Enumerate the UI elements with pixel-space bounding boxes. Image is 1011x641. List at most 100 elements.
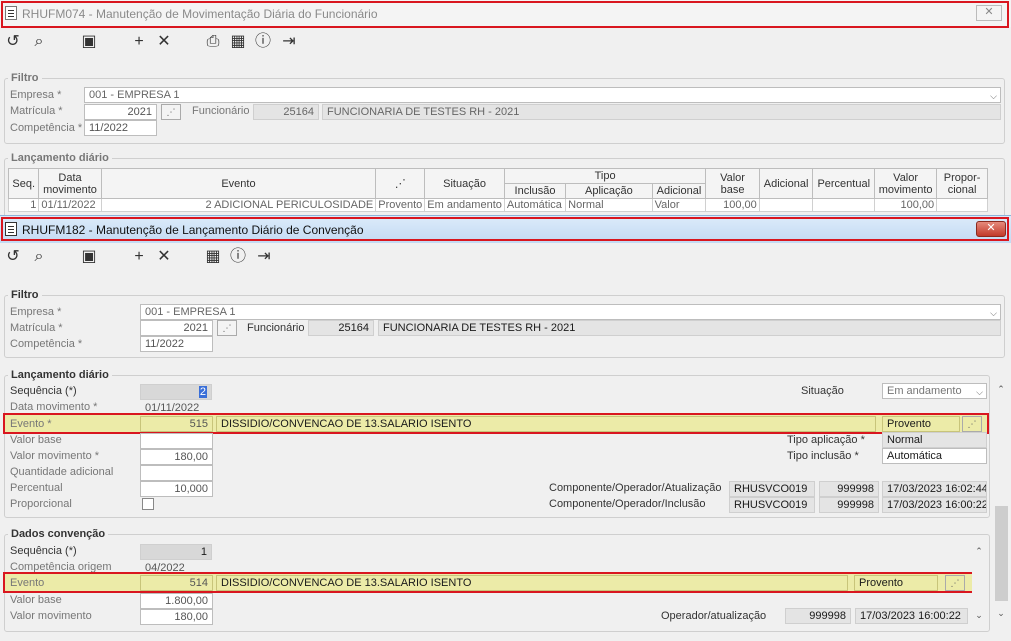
proporcional-checkbox[interactable] bbox=[142, 498, 154, 510]
window1-close-button[interactable]: ✕ bbox=[976, 5, 1002, 21]
cell-evento-cod: 2 bbox=[205, 199, 212, 211]
col-seq[interactable]: Seq. bbox=[7, 168, 40, 199]
chevron-down-icon: ⌵ bbox=[976, 387, 983, 397]
proporcional-label: Proporcional bbox=[10, 498, 72, 510]
percentual-label: Percentual bbox=[10, 482, 63, 494]
comp-inclusao-operador: 999998 bbox=[819, 497, 879, 513]
conv-valor-base-label: Valor base bbox=[10, 594, 62, 606]
col-percentual[interactable]: Percentual bbox=[812, 168, 876, 199]
chevron-up-icon[interactable]: ⌃ bbox=[994, 384, 1008, 395]
window1-matricula-field[interactable]: 2021 bbox=[84, 104, 157, 120]
delete-icon[interactable]: ✕ bbox=[155, 248, 173, 266]
evento-lookup-button[interactable]: ⋰ bbox=[962, 416, 982, 432]
tipo-inclusao-label: Tipo inclusão * bbox=[787, 450, 859, 462]
save-icon[interactable]: ▣ bbox=[80, 248, 98, 266]
cell-situacao: Em andamento bbox=[424, 198, 505, 212]
sequencia-field[interactable]: 2 bbox=[140, 384, 212, 400]
cell-tipo-evento: Provento bbox=[375, 198, 426, 212]
chevron-up-icon[interactable]: ⌃ bbox=[972, 546, 986, 557]
help-icon[interactable]: ⓘ bbox=[254, 33, 272, 51]
window1-funcionario-nome: FUNCIONARIA DE TESTES RH - 2021 bbox=[322, 104, 1001, 120]
sequencia-value: 2 bbox=[198, 386, 207, 398]
window2-titlebar[interactable]: RHUFM182 - Manutenção de Lançamento Diár… bbox=[0, 216, 1011, 243]
window1-matricula-lookup-button[interactable]: ⋰ bbox=[161, 104, 181, 120]
window2-matricula-label: Matrícula * bbox=[10, 322, 63, 334]
valor-base-field[interactable] bbox=[140, 433, 213, 449]
window2-empresa-select[interactable]: 001 - EMPRESA 1 ⌵ bbox=[140, 304, 1001, 320]
conv-evento-nome-field: DISSIDIO/CONVENCAO DE 13.SALARIO ISENTO bbox=[216, 575, 848, 591]
chevron-down-icon[interactable]: ⌄ bbox=[994, 608, 1008, 619]
window1-titlebar[interactable]: RHUFM074 - Manutenção de Movimentação Di… bbox=[0, 0, 1011, 27]
col-inclusao[interactable]: Inclusão bbox=[503, 183, 567, 199]
conv-operador-data: 17/03/2023 16:00:22 bbox=[855, 608, 968, 624]
valor-movimento-field[interactable]: 180,00 bbox=[140, 449, 213, 465]
col-valor-mov[interactable]: Valor movimento bbox=[874, 168, 938, 199]
col-aplicacao[interactable]: Aplicação bbox=[565, 183, 653, 199]
chevron-down-icon[interactable]: ⌄ bbox=[972, 610, 986, 621]
delete-icon[interactable]: ✕ bbox=[155, 33, 173, 51]
search-icon[interactable]: ⌕ bbox=[30, 248, 48, 266]
comp-atualizacao-operador: 999998 bbox=[819, 481, 879, 497]
cell-data: 01/11/2022 bbox=[38, 198, 102, 212]
comp-inclusao-data: 17/03/2023 16:00:22 bbox=[882, 497, 987, 513]
col-adicional[interactable]: Adicional bbox=[758, 168, 814, 199]
quantidade-adicional-label: Quantidade adicional bbox=[10, 466, 114, 478]
conv-competencia-label: Competência origem bbox=[10, 561, 112, 573]
convencao-legend: Dados convenção bbox=[8, 528, 109, 540]
tipo-inclusao-field[interactable]: Automática bbox=[882, 448, 987, 464]
convencao-scrollbar[interactable]: ⌃ ⌄ bbox=[972, 546, 986, 626]
window1-funcionario-label: Funcionário bbox=[192, 105, 250, 117]
search-icon[interactable]: ⌕ bbox=[30, 33, 48, 51]
window2-matricula-field[interactable]: 2021 bbox=[140, 320, 213, 336]
col-proporcional[interactable]: Propor-cional bbox=[936, 168, 988, 199]
print-icon[interactable]: ⎙ bbox=[204, 33, 222, 51]
conv-operador-label: Operador/atualização bbox=[661, 610, 767, 622]
col-data[interactable]: Data movimento bbox=[38, 168, 102, 199]
exit-icon[interactable]: ⇥ bbox=[255, 248, 273, 266]
tipo-aplicacao-field[interactable]: Normal bbox=[882, 432, 987, 448]
undo-icon[interactable]: ↺ bbox=[4, 33, 22, 51]
window1-filtro-legend: Filtro bbox=[8, 72, 42, 84]
add-icon[interactable]: + bbox=[130, 248, 148, 266]
add-icon[interactable]: + bbox=[130, 33, 148, 51]
conv-evento-lookup-button[interactable]: ⋰ bbox=[945, 575, 965, 591]
comp-inclusao-componente: RHUSVCO019 bbox=[729, 497, 815, 513]
col-valor-base[interactable]: Valor base bbox=[705, 168, 760, 199]
window1-funcionario-id: 25164 bbox=[253, 104, 319, 120]
conv-valor-base-field[interactable]: 1.800,00 bbox=[140, 593, 213, 609]
window1-lancamento-table: Seq. Data movimento Evento ⋰ Situação Ti… bbox=[7, 168, 988, 212]
cell-adicional: Valor bbox=[651, 198, 707, 212]
scrollbar-thumb[interactable] bbox=[995, 506, 1008, 601]
col-evento[interactable]: Evento bbox=[100, 168, 377, 199]
valor-base-label: Valor base bbox=[10, 434, 62, 446]
calendar-icon[interactable]: ▦ bbox=[204, 248, 222, 266]
exit-icon[interactable]: ⇥ bbox=[280, 33, 298, 51]
conv-operador-field: 999998 bbox=[785, 608, 851, 624]
save-icon[interactable]: ▣ bbox=[80, 33, 98, 51]
percentual-field[interactable]: 10,000 bbox=[140, 481, 213, 497]
window1-empresa-label: Empresa * bbox=[10, 89, 62, 101]
window2-competencia-field[interactable]: 11/2022 bbox=[140, 336, 213, 352]
data-movimento-label: Data movimento * bbox=[10, 401, 98, 413]
help-icon[interactable]: ⓘ bbox=[229, 248, 247, 266]
window2-matricula-lookup-button[interactable]: ⋰ bbox=[217, 320, 237, 336]
col-situacao[interactable]: Situação bbox=[424, 168, 505, 199]
quantidade-adicional-field[interactable] bbox=[140, 465, 213, 481]
situacao-label: Situação bbox=[801, 385, 844, 397]
col-evento-filter[interactable]: ⋰ bbox=[375, 168, 426, 199]
undo-icon[interactable]: ↺ bbox=[4, 248, 22, 266]
evento-cod-field[interactable]: 515 bbox=[140, 416, 213, 432]
calendar-icon[interactable]: ▦ bbox=[229, 33, 247, 51]
conv-evento-cod-field[interactable]: 514 bbox=[140, 575, 213, 591]
cell-percentual bbox=[812, 198, 876, 212]
window2-close-button[interactable]: ✕ bbox=[976, 221, 1006, 237]
window1-competencia-field[interactable]: 11/2022 bbox=[84, 120, 157, 136]
table-row[interactable]: 1 01/11/2022 2 ADICIONAL PERICULOSIDADE … bbox=[7, 198, 988, 212]
window2-scrollbar[interactable]: ⌃ ⌄ bbox=[994, 376, 1009, 626]
conv-valor-movimento-field[interactable]: 180,00 bbox=[140, 609, 213, 625]
window2-app-icon bbox=[5, 222, 17, 236]
window1-empresa-select[interactable]: 001 - EMPRESA 1 ⌵ bbox=[84, 87, 1001, 103]
col-adicional-tipo[interactable]: Adicional bbox=[651, 183, 707, 199]
cell-aplicacao: Normal bbox=[565, 198, 653, 212]
situacao-select[interactable]: Em andamento ⌵ bbox=[882, 383, 987, 399]
